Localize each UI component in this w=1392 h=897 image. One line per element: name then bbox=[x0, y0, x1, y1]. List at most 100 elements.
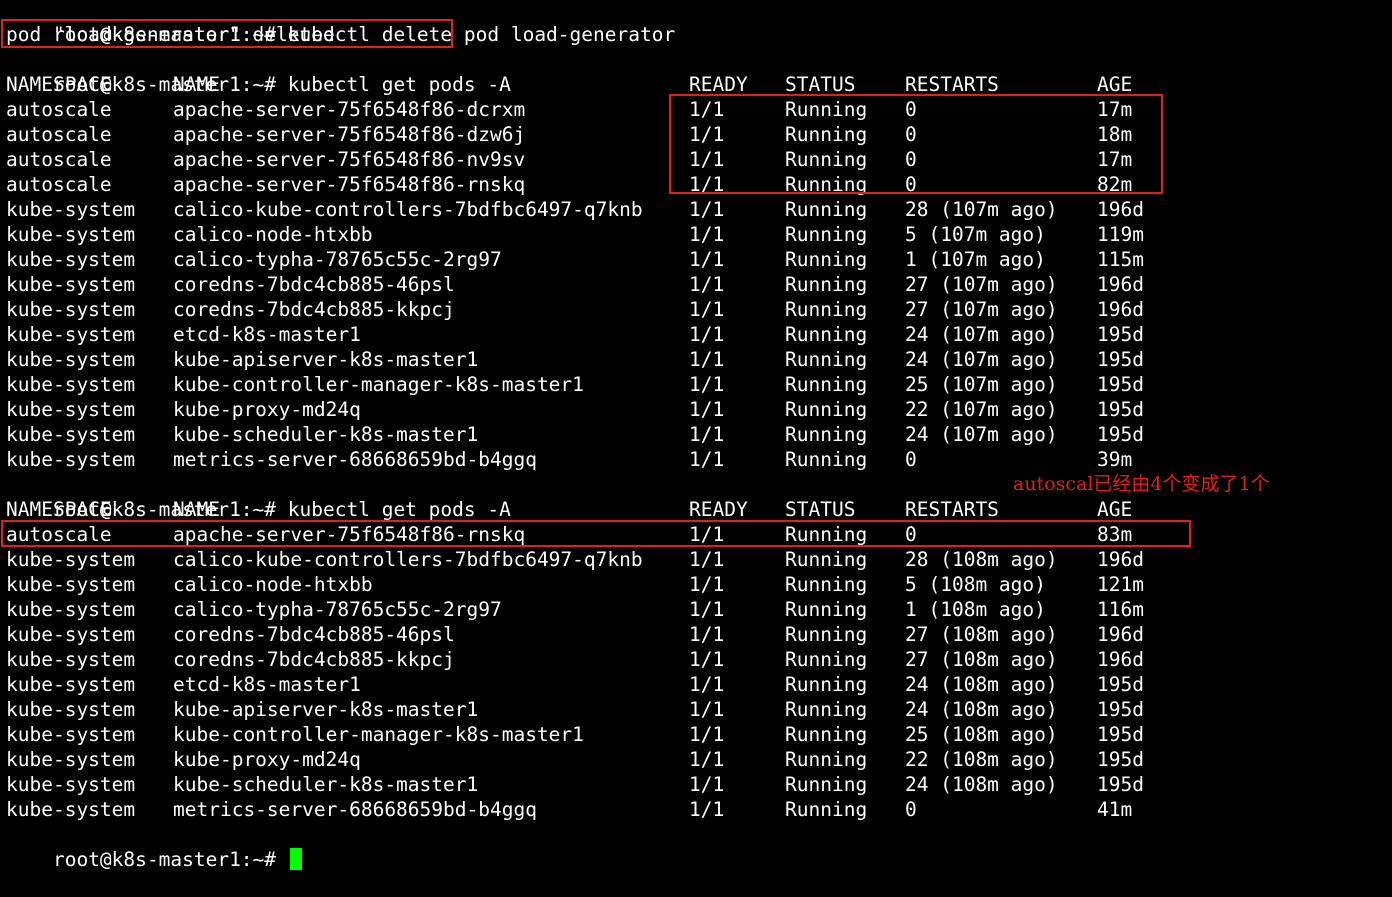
cell-name: kube-apiserver-k8s-master1 bbox=[173, 698, 479, 721]
cell-name: apache-server-75f6548f86-dcrxm bbox=[173, 98, 526, 121]
cell-age: 41m bbox=[1097, 798, 1133, 821]
cell-age: 195d bbox=[1097, 348, 1144, 371]
cell-status: Running bbox=[785, 573, 868, 596]
cell-ready: 1/1 bbox=[689, 623, 725, 646]
command-text: kubectl get pods -A bbox=[287, 498, 511, 521]
cell-restarts: 28 (107m ago) bbox=[905, 198, 1058, 221]
cell-name: kube-scheduler-k8s-master1 bbox=[173, 773, 479, 796]
cell-restarts: 27 (108m ago) bbox=[905, 648, 1058, 671]
cell-namespace: kube-system bbox=[6, 248, 136, 271]
cell-namespace: kube-system bbox=[6, 598, 136, 621]
cell-age: 119m bbox=[1097, 223, 1144, 246]
cell-restarts: 24 (108m ago) bbox=[905, 673, 1058, 696]
cell-ready: 1/1 bbox=[689, 548, 725, 571]
cell-age: 196d bbox=[1097, 623, 1144, 646]
cell-status: Running bbox=[785, 323, 868, 346]
cell-name: kube-controller-manager-k8s-master1 bbox=[173, 723, 584, 746]
cell-namespace: kube-system bbox=[6, 548, 136, 571]
cell-age: 39m bbox=[1097, 448, 1133, 471]
cell-namespace: kube-system bbox=[6, 348, 136, 371]
cell-namespace: kube-system bbox=[6, 223, 136, 246]
cell-ready: 1/1 bbox=[689, 698, 725, 721]
cell-name: calico-node-htxbb bbox=[173, 223, 373, 246]
cell-name: kube-apiserver-k8s-master1 bbox=[173, 348, 479, 371]
cell-namespace: autoscale bbox=[6, 173, 112, 196]
cell-restarts: 0 bbox=[905, 448, 917, 471]
highlight-box-autoscale-pods bbox=[669, 94, 1163, 194]
command-line[interactable]: root@k8s-master1:~# bbox=[6, 822, 302, 871]
cell-name: coredns-7bdc4cb885-46psl bbox=[173, 623, 455, 646]
cell-namespace: kube-system bbox=[6, 373, 136, 396]
cell-restarts: 24 (107m ago) bbox=[905, 323, 1058, 346]
cell-name: apache-server-75f6548f86-dzw6j bbox=[173, 123, 526, 146]
cell-ready: 1/1 bbox=[689, 773, 725, 796]
cell-name: etcd-k8s-master1 bbox=[173, 673, 361, 696]
cell-restarts: 28 (108m ago) bbox=[905, 548, 1058, 571]
header-age: AGE bbox=[1097, 498, 1133, 521]
cell-ready: 1/1 bbox=[689, 298, 725, 321]
cell-restarts: 5 (108m ago) bbox=[905, 573, 1046, 596]
cell-status: Running bbox=[785, 223, 868, 246]
cell-namespace: kube-system bbox=[6, 773, 136, 796]
cell-age: 195d bbox=[1097, 398, 1144, 421]
cell-namespace: kube-system bbox=[6, 398, 136, 421]
cell-status: Running bbox=[785, 773, 868, 796]
cell-restarts: 1 (108m ago) bbox=[905, 598, 1046, 621]
cell-age: 121m bbox=[1097, 573, 1144, 596]
shell-prompt: root@k8s-master1:~# bbox=[52, 848, 277, 871]
cell-status: Running bbox=[785, 648, 868, 671]
table-header: NAMESPACE NAME READY STATUS RESTARTS AGE bbox=[6, 497, 1132, 522]
cell-age: 195d bbox=[1097, 698, 1144, 721]
cell-status: Running bbox=[785, 298, 868, 321]
cell-restarts: 27 (108m ago) bbox=[905, 623, 1058, 646]
cell-namespace: kube-system bbox=[6, 748, 136, 771]
cell-age: 196d bbox=[1097, 198, 1144, 221]
cell-status: Running bbox=[785, 373, 868, 396]
header-namespace: NAMESPACE bbox=[6, 73, 112, 96]
cell-restarts: 27 (107m ago) bbox=[905, 273, 1058, 296]
cell-namespace: kube-system bbox=[6, 273, 136, 296]
cell-namespace: autoscale bbox=[6, 98, 112, 121]
cell-ready: 1/1 bbox=[689, 423, 725, 446]
cell-restarts: 24 (108m ago) bbox=[905, 773, 1058, 796]
cell-status: Running bbox=[785, 548, 868, 571]
cell-namespace: autoscale bbox=[6, 148, 112, 171]
cell-age: 196d bbox=[1097, 548, 1144, 571]
cell-ready: 1/1 bbox=[689, 248, 725, 271]
cell-restarts: 1 (107m ago) bbox=[905, 248, 1046, 271]
terminal-window[interactable]: root@k8s-master1:~# kubectl delete pod l… bbox=[0, 0, 1392, 871]
cell-restarts: 0 bbox=[905, 798, 917, 821]
header-restarts: RESTARTS bbox=[905, 498, 999, 521]
cell-age: 196d bbox=[1097, 273, 1144, 296]
cell-ready: 1/1 bbox=[689, 448, 725, 471]
cell-ready: 1/1 bbox=[689, 398, 725, 421]
cell-status: Running bbox=[785, 448, 868, 471]
cell-restarts: 25 (107m ago) bbox=[905, 373, 1058, 396]
cell-namespace: kube-system bbox=[6, 723, 136, 746]
cell-status: Running bbox=[785, 623, 868, 646]
cell-ready: 1/1 bbox=[689, 348, 725, 371]
cell-name: apache-server-75f6548f86-nv9sv bbox=[173, 148, 526, 171]
cell-age: 195d bbox=[1097, 673, 1144, 696]
cell-name: coredns-7bdc4cb885-46psl bbox=[173, 273, 455, 296]
cell-status: Running bbox=[785, 598, 868, 621]
cell-name: calico-typha-78765c55c-2rg97 bbox=[173, 598, 502, 621]
cell-age: 115m bbox=[1097, 248, 1144, 271]
cell-namespace: kube-system bbox=[6, 298, 136, 321]
cell-age: 195d bbox=[1097, 323, 1144, 346]
table-header: NAMESPACE NAME READY STATUS RESTARTS AGE bbox=[6, 72, 1132, 97]
header-status: STATUS bbox=[785, 498, 856, 521]
cell-ready: 1/1 bbox=[689, 648, 725, 671]
cell-restarts: 24 (108m ago) bbox=[905, 698, 1058, 721]
cell-namespace: autoscale bbox=[6, 123, 112, 146]
annotation-text: autoscal已经由4个变成了1个 bbox=[1013, 473, 1270, 495]
cell-name: metrics-server-68668659bd-b4ggq bbox=[173, 448, 537, 471]
cell-name: kube-scheduler-k8s-master1 bbox=[173, 423, 479, 446]
cell-age: 196d bbox=[1097, 648, 1144, 671]
cell-age: 195d bbox=[1097, 723, 1144, 746]
cell-ready: 1/1 bbox=[689, 223, 725, 246]
header-namespace: NAMESPACE bbox=[6, 498, 112, 521]
cell-age: 195d bbox=[1097, 773, 1144, 796]
cell-ready: 1/1 bbox=[689, 198, 725, 221]
cell-name: metrics-server-68668659bd-b4ggq bbox=[173, 798, 537, 821]
